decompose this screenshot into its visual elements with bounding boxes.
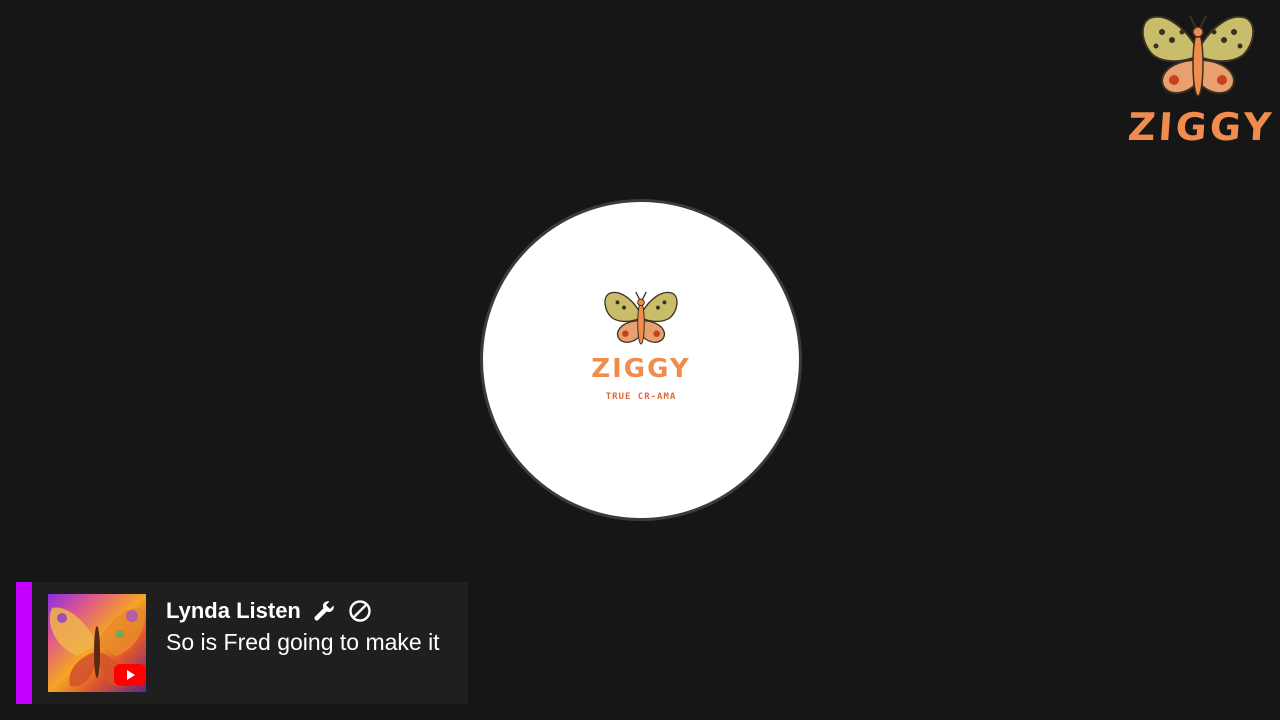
chat-header: Lynda Listen	[166, 596, 440, 626]
chat-message-text: So is Fred going to make it	[166, 629, 440, 655]
host-avatar: ZIGGY TRUE CR-AMA	[480, 199, 802, 521]
butterfly-icon	[1141, 15, 1255, 97]
stream-overlay: ZIGGY ZIGGY TRUE CR-AMA Lynda Listen So …	[0, 0, 1280, 720]
chat-message-card: Lynda Listen So is Fred going to make it	[16, 582, 468, 704]
center-tagline: TRUE CR-AMA	[605, 392, 677, 402]
chat-accent-bar	[16, 582, 32, 704]
author-name: Lynda Listen	[166, 598, 301, 623]
corner-brand-text: ZIGGY	[1126, 105, 1276, 149]
chat-content: Lynda Listen So is Fred going to make it	[166, 582, 440, 704]
corner-logo: ZIGGY	[1126, 10, 1276, 160]
wrench-icon	[311, 598, 337, 624]
avatar	[48, 594, 146, 692]
youtube-icon	[114, 664, 146, 686]
blocked-icon	[347, 598, 373, 624]
center-brand-text: ZIGGY	[591, 354, 691, 384]
butterfly-icon	[604, 291, 678, 345]
